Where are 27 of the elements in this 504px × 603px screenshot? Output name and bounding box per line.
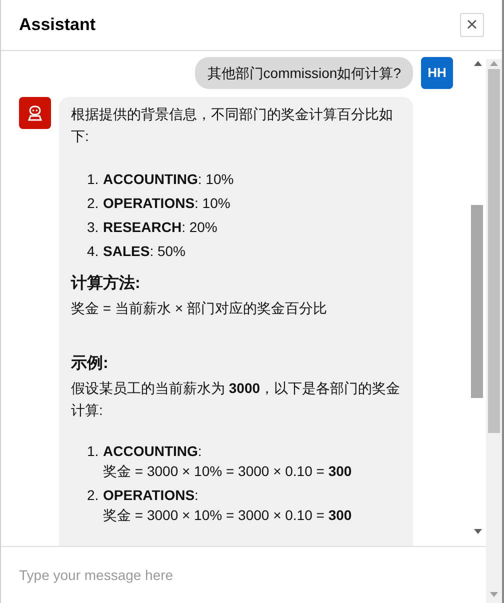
user-avatar: HH — [421, 57, 453, 89]
scrollbar[interactable] — [486, 59, 502, 603]
list-number: 4. — [87, 242, 100, 261]
list-item: ACCOUNTING: — [103, 442, 203, 461]
section-heading: 示例: — [71, 354, 110, 374]
formula-text: 奖金 = 3000 × 10% = 3000 × 0.10 = 300 — [103, 506, 352, 525]
paragraph: 根据提供的背景信息，不同部门的奖金计算百分比如下: — [71, 105, 394, 146]
paragraph: 假设某员工的当前薪水为 3000，以下是各部门的奖金计算: — [71, 379, 401, 420]
formula-text: 奖金 = 3000 × 10% = 3000 × 0.10 = 300 — [103, 462, 352, 481]
scroll-thumb[interactable] — [488, 69, 500, 433]
robot-icon — [27, 105, 43, 121]
list-number: 1. — [87, 170, 100, 189]
list-item: ACCOUNTING: 10% — [103, 170, 234, 189]
list-item: OPERATIONS: — [103, 486, 200, 505]
dialog-title: Assistant — [19, 14, 96, 36]
list-item: RESEARCH: 20% — [103, 218, 218, 237]
list-number: 2. — [87, 486, 100, 505]
list-number: 3. — [87, 218, 100, 237]
paragraph: 奖金 = 当前薪水 × 部门对应的奖金百分比 — [71, 299, 328, 318]
list-number: 2. — [87, 194, 100, 213]
scroll-thumb[interactable] — [471, 205, 483, 398]
list-item: OPERATIONS: 10% — [103, 194, 230, 213]
section-heading: 计算方法: — [71, 273, 142, 294]
list-item: SALES: 50% — [103, 242, 186, 261]
list-number: 1. — [87, 442, 100, 461]
close-button[interactable]: × — [460, 13, 484, 37]
message-bubble: 其他部门commission如何计算? — [195, 57, 413, 89]
